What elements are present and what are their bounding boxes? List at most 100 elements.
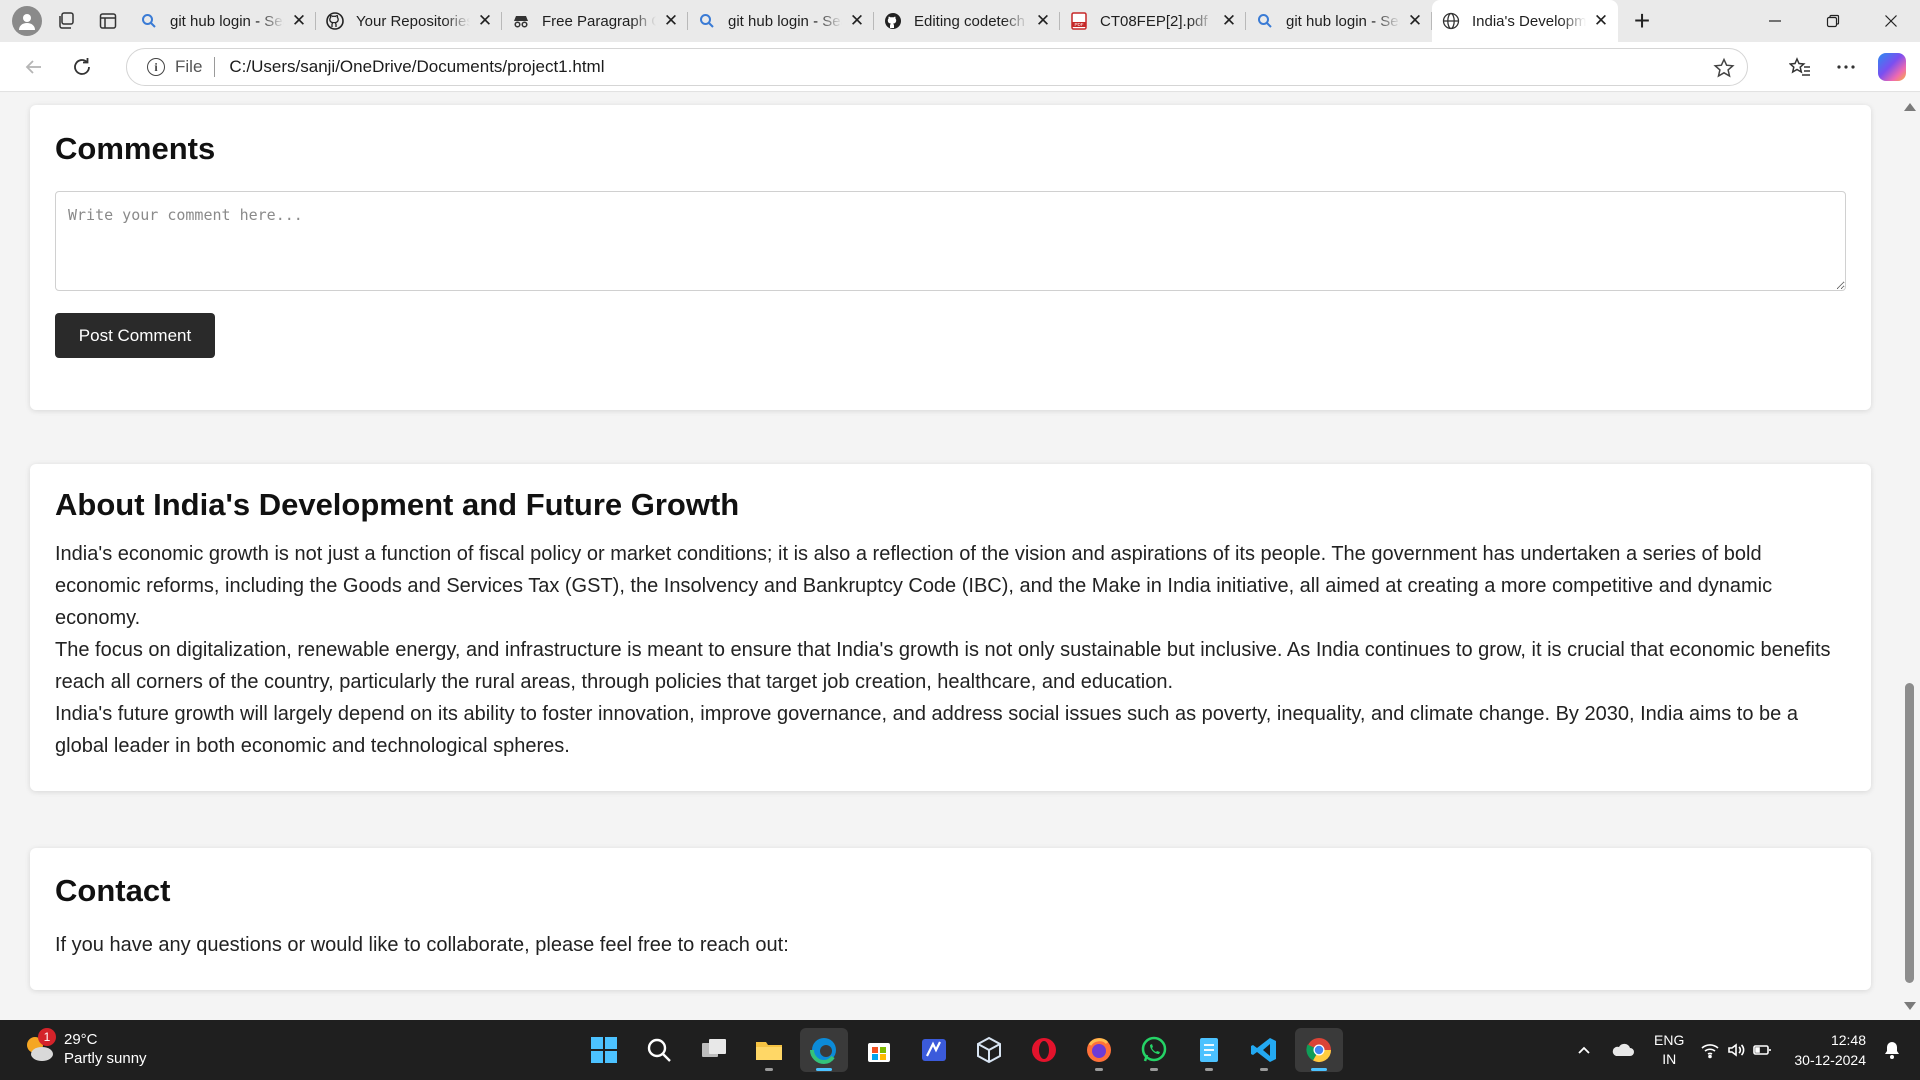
about-section: About India's Development and Future Gro… <box>30 464 1871 791</box>
new-tab-button[interactable]: + <box>1622 3 1662 39</box>
weather-condition: Partly sunny <box>64 1050 147 1067</box>
github-icon <box>326 12 344 30</box>
tab-your-repositories[interactable]: Your Repositories ✕ <box>316 0 502 42</box>
close-icon[interactable]: ✕ <box>476 12 494 30</box>
tab-editing-codetech[interactable]: Editing codetech ✕ <box>874 0 1060 42</box>
browser-toolbar: i File C:/Users/sanji/OneDrive/Documents… <box>0 42 1920 92</box>
reload-button[interactable] <box>62 47 102 87</box>
vertical-tabs-icon[interactable] <box>90 5 126 37</box>
globe-icon <box>1442 12 1460 30</box>
tab-title: CT08FEP[2].pdf <box>1100 12 1208 30</box>
close-window-button[interactable] <box>1862 0 1920 42</box>
chevron-up-icon[interactable] <box>1574 1040 1594 1060</box>
file-explorer-icon[interactable] <box>745 1028 793 1072</box>
language-code: ENG <box>1654 1032 1685 1048</box>
close-icon[interactable]: ✕ <box>1034 12 1052 30</box>
search-icon <box>1256 12 1274 30</box>
workspaces-icon[interactable] <box>48 5 84 37</box>
taskbar-apps <box>580 1028 1350 1072</box>
scroll-down-arrow[interactable] <box>1904 1002 1916 1010</box>
system-tray: ENG IN 12:48 30-12-2024 <box>1558 1020 1902 1080</box>
contact-heading: Contact <box>55 873 171 908</box>
browser-tab-strip: git hub login - Search ✕ Your Repositori… <box>0 0 1920 42</box>
close-icon[interactable]: ✕ <box>1592 12 1610 30</box>
vscode-icon[interactable] <box>1240 1028 1288 1072</box>
comments-section: Comments Post Comment <box>30 105 1871 410</box>
opera-icon[interactable] <box>1020 1028 1068 1072</box>
window-controls <box>1746 0 1920 42</box>
tab-title: git hub login - Search <box>170 12 284 30</box>
clock-date: 30-12-2024 <box>1794 1052 1866 1068</box>
info-icon[interactable]: i <box>147 58 165 76</box>
copilot-icon[interactable] <box>1872 47 1912 87</box>
firefox-icon[interactable] <box>1075 1028 1123 1072</box>
address-scheme: File <box>175 57 203 76</box>
tab-title: Free Paragraph Generator <box>542 12 656 30</box>
scroll-up-arrow[interactable] <box>1904 103 1916 111</box>
about-paragraph: India's economic growth is not just a fu… <box>55 543 1773 629</box>
tab-indias-development[interactable]: India's Development ✕ <box>1432 0 1618 42</box>
wifi-icon[interactable] <box>1700 1040 1720 1060</box>
close-icon[interactable]: ✕ <box>848 12 866 30</box>
comments-heading: Comments <box>55 131 216 166</box>
contact-section: Contact If you have any questions or wou… <box>30 848 1871 990</box>
tab-title: Your Repositories <box>356 12 470 30</box>
tab-pdf-document[interactable]: PDF CT08FEP[2].pdf ✕ <box>1060 0 1246 42</box>
address-bar[interactable]: i File C:/Users/sanji/OneDrive/Documents… <box>126 48 1748 86</box>
back-button[interactable] <box>14 47 54 87</box>
task-view-icon[interactable] <box>690 1028 738 1072</box>
close-icon[interactable]: ✕ <box>290 12 308 30</box>
about-heading: About India's Development and Future Gro… <box>55 487 740 522</box>
close-icon[interactable]: ✕ <box>1406 12 1424 30</box>
virtualbox-icon[interactable] <box>965 1028 1013 1072</box>
profile-icon[interactable] <box>12 6 42 36</box>
post-comment-button[interactable]: Post Comment <box>55 313 215 358</box>
tab-title: git hub login - Search <box>728 12 842 30</box>
windows-start-icon[interactable] <box>580 1028 628 1072</box>
microsoft-store-icon[interactable] <box>855 1028 903 1072</box>
edge-icon[interactable] <box>800 1028 848 1072</box>
tab-free-paragraph-generator[interactable]: Free Paragraph Generator ✕ <box>502 0 688 42</box>
tab-title: git hub login - Search <box>1286 12 1400 30</box>
volume-icon[interactable] <box>1726 1040 1746 1060</box>
about-paragraph: The focus on digitalization, renewable e… <box>55 639 1831 693</box>
search-icon <box>140 12 158 30</box>
tab-git-hub-login-3[interactable]: git hub login - Search ✕ <box>1246 0 1432 42</box>
language-indicator[interactable]: ENG IN <box>1654 1031 1684 1069</box>
toolbar-actions <box>1774 47 1912 87</box>
notification-bell-icon[interactable] <box>1882 1040 1902 1060</box>
page-viewport: Comments Post Comment About India's Deve… <box>0 93 1900 1020</box>
notification-badge: 1 <box>38 1028 56 1046</box>
contact-text: If you have any questions or would like … <box>55 934 789 956</box>
chrome-icon[interactable] <box>1295 1028 1343 1072</box>
partly-sunny-icon: 1 <box>22 1028 56 1066</box>
onedrive-icon[interactable] <box>1610 1040 1635 1060</box>
battery-icon[interactable] <box>1752 1040 1772 1060</box>
weather-temp: 29°C <box>64 1031 98 1048</box>
vertical-scrollbar[interactable] <box>1900 93 1920 1020</box>
more-menu-icon[interactable] <box>1826 47 1866 87</box>
whatsapp-icon[interactable] <box>1130 1028 1178 1072</box>
restore-button[interactable] <box>1804 0 1862 42</box>
tab-git-hub-login-2[interactable]: git hub login - Search ✕ <box>688 0 874 42</box>
clock-time: 12:48 <box>1830 1032 1866 1048</box>
tab-list: git hub login - Search ✕ Your Repositori… <box>130 0 1618 42</box>
scrollbar-thumb[interactable] <box>1905 683 1914 983</box>
minimize-button[interactable] <box>1746 0 1804 42</box>
clock[interactable]: 12:48 30-12-2024 <box>1794 1030 1866 1070</box>
svg-text:PDF: PDF <box>1075 22 1084 27</box>
weather-widget[interactable]: 1 29°C Partly sunny <box>22 1028 147 1068</box>
incognito-icon <box>512 12 530 30</box>
close-icon[interactable]: ✕ <box>662 12 680 30</box>
favorites-icon[interactable] <box>1780 47 1820 87</box>
close-icon[interactable]: ✕ <box>1220 12 1238 30</box>
notepad-icon[interactable] <box>1185 1028 1233 1072</box>
windows-taskbar: 1 29°C Partly sunny ENG IN 12:48 30-12-2… <box>0 1020 1920 1080</box>
comment-input[interactable] <box>55 191 1846 291</box>
powerautomate-icon[interactable] <box>910 1028 958 1072</box>
favorite-star-icon[interactable] <box>1713 57 1735 79</box>
tab-git-hub-login-1[interactable]: git hub login - Search ✕ <box>130 0 316 42</box>
address-url[interactable]: C:/Users/sanji/OneDrive/Documents/projec… <box>229 57 604 77</box>
search-icon[interactable] <box>635 1028 683 1072</box>
pdf-icon: PDF <box>1070 12 1088 30</box>
